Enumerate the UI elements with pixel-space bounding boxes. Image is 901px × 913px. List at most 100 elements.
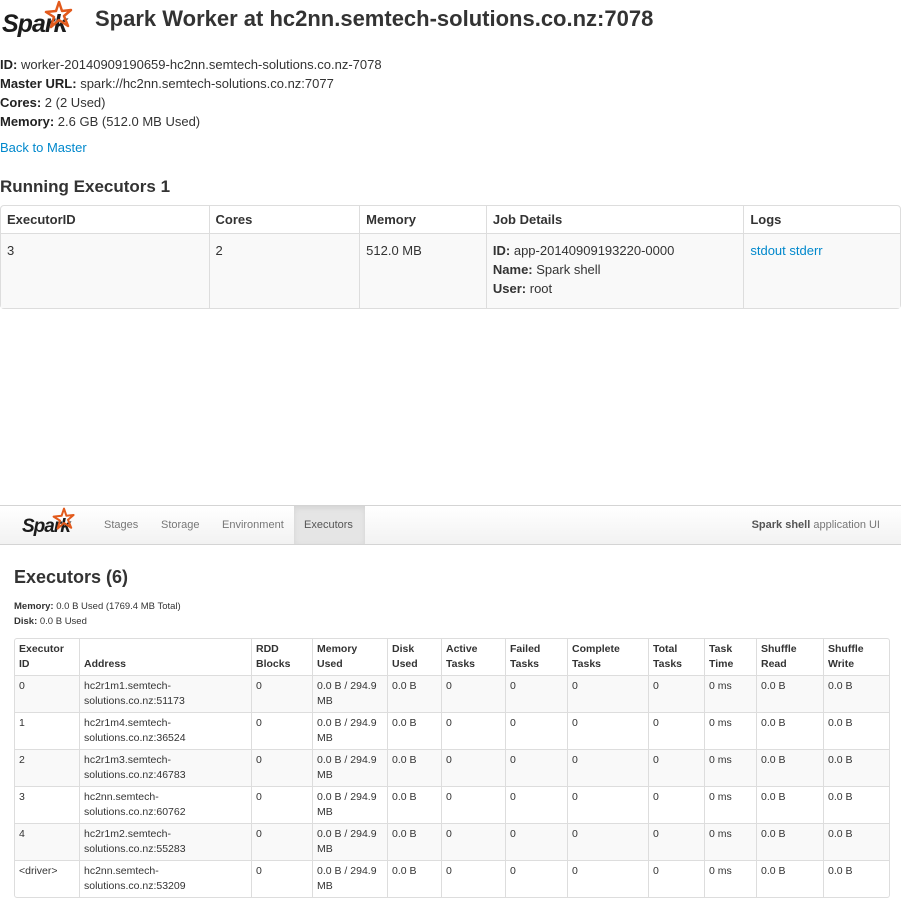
column-header[interactable]: Cores (208, 206, 360, 234)
worker-cores-label: Cores: (0, 95, 42, 110)
column-header[interactable]: ExecutorID (1, 206, 209, 234)
table-cell: 0.0 B (823, 823, 889, 860)
column-header[interactable]: Task Time (704, 639, 756, 676)
column-header-label: Address (84, 658, 127, 670)
running-executors-heading: Running Executors 1 (0, 177, 171, 196)
table-row: 3 2 512.0 MB ID: app-20140909193220-0000… (1, 234, 900, 308)
table-cell: 0 (567, 749, 648, 786)
executors-heading: Executors (6) (14, 567, 129, 587)
table-row: 0 hc2r1m1.semtech-solutions.co.nz:51173 … (15, 676, 889, 712)
job-name-value: Spark shell (532, 262, 601, 277)
table-cell: 0 (567, 676, 648, 712)
table-row: 2 hc2r1m3.semtech-solutions.co.nz:46783 … (15, 749, 889, 786)
spark-star-icon (44, 0, 73, 29)
table-cell: 0 (567, 823, 648, 860)
column-header[interactable]: Shuffle Write (823, 639, 889, 676)
table-cell: 0.0 B (756, 786, 823, 823)
tab-stages[interactable]: Stages (94, 506, 148, 544)
spark-logo[interactable]: Spark (0, 0, 76, 40)
table-cell: 0.0 B / 294.9 MB (312, 712, 387, 749)
table-cell: 0 (505, 860, 567, 897)
table-cell: 3 (15, 786, 79, 823)
table-cell: 0.0 B / 294.9 MB (312, 823, 387, 860)
table-cell: 0 (505, 786, 567, 823)
table-cell: 0.0 B / 294.9 MB (312, 860, 387, 897)
tab-executors[interactable]: Executors (294, 506, 365, 544)
column-header[interactable]: Memory (359, 206, 486, 234)
worker-id-label: ID: (0, 57, 18, 72)
back-to-master-link[interactable]: Back to Master (0, 140, 87, 155)
table-cell: 0.0 B (823, 786, 889, 823)
table-cell: 0.0 B (756, 749, 823, 786)
table-cell: 0 (441, 823, 505, 860)
table-cell: 0 ms (704, 860, 756, 897)
memory-summary-label: Memory: (14, 601, 54, 612)
table-cell: 0 (648, 786, 704, 823)
table-cell: 2 (15, 749, 79, 786)
table-cell: 0 ms (704, 749, 756, 786)
worker-page: Spark Spark Worker at hc2nn.semtech-solu… (0, 0, 901, 330)
column-header[interactable]: Total Tasks (648, 639, 704, 676)
table-cell: 0.0 B (387, 823, 441, 860)
table-cell: 0.0 B / 294.9 MB (312, 749, 387, 786)
column-header[interactable]: Failed Tasks (505, 639, 567, 676)
table-cell: 0 (567, 860, 648, 897)
logs-cell: stdout stderr (743, 234, 900, 308)
column-header[interactable]: Disk Used (387, 639, 441, 676)
column-header[interactable]: Logs (743, 206, 900, 234)
job-id-label: ID: (492, 243, 511, 258)
table-row: 1 hc2r1m4.semtech-solutions.co.nz:36524 … (15, 712, 889, 749)
table-cell: 0 ms (704, 676, 756, 712)
table-cell: 0 (251, 860, 312, 897)
application-ui-label: Spark shell application UI (752, 506, 880, 544)
table-cell: 1 (15, 712, 79, 749)
table-cell: 0.0 B (387, 676, 441, 712)
master-url-value: spark://hc2nn.semtech-solutions.co.nz:70… (76, 76, 334, 91)
table-cell: hc2nn.semtech-solutions.co.nz:53209 (79, 860, 251, 897)
table-cell: 0.0 B / 294.9 MB (312, 676, 387, 712)
job-name-label: Name: (492, 262, 533, 277)
stderr-link[interactable]: stderr (789, 243, 822, 258)
column-header[interactable]: Shuffle Read (756, 639, 823, 676)
disk-summary: Disk: 0.0 B Used (14, 616, 87, 627)
table-row: 4 hc2r1m2.semtech-solutions.co.nz:55283 … (15, 823, 889, 860)
table-cell: 0 (648, 860, 704, 897)
table-cell: 0.0 B (823, 676, 889, 712)
table-cell: 0 (567, 786, 648, 823)
disk-summary-value: 0.0 B Used (37, 616, 87, 627)
master-url: Master URL: spark://hc2nn.semtech-soluti… (0, 74, 334, 93)
table-cell: 0.0 B (756, 823, 823, 860)
column-header[interactable]: Complete Tasks (567, 639, 648, 676)
column-header[interactable]: Job Details (485, 206, 744, 234)
table-cell: 0 (441, 786, 505, 823)
worker-id: ID: worker-20140909190659-hc2nn.semtech-… (0, 55, 382, 74)
worker-memory: Memory: 2.6 GB (512.0 MB Used) (0, 112, 200, 131)
stdout-link[interactable]: stdout (750, 243, 785, 258)
tab-storage[interactable]: Storage (151, 506, 210, 544)
table-cell: 0 (251, 676, 312, 712)
table-cell: 0 ms (704, 823, 756, 860)
master-url-label: Master URL: (0, 76, 77, 91)
column-header[interactable]: Executor ID (15, 639, 79, 676)
job-id: ID: app-20140909193220-0000 (493, 241, 737, 260)
job-user-value: root (526, 281, 553, 296)
worker-cores: Cores: 2 (2 Used) (0, 93, 106, 112)
table-cell: <driver> (15, 860, 79, 897)
column-header[interactable]: Address (79, 639, 251, 676)
column-header[interactable]: Memory Used (312, 639, 387, 676)
spark-logo[interactable]: Spark (20, 506, 80, 544)
table-cell: 0 (648, 749, 704, 786)
column-header[interactable]: Active Tasks (441, 639, 505, 676)
job-user-label: User: (492, 281, 527, 296)
column-header[interactable]: RDD Blocks (251, 639, 312, 676)
table-cell: 0 (441, 712, 505, 749)
table-cell: 0 (251, 749, 312, 786)
table-row: <driver> hc2nn.semtech-solutions.co.nz:5… (15, 860, 889, 897)
table-cell: 0.0 B (823, 712, 889, 749)
table-cell: 0 ms (704, 786, 756, 823)
job-user: User: root (493, 279, 737, 298)
app-ui-suffix: application UI (810, 519, 880, 531)
table-cell: 0 (441, 676, 505, 712)
tab-environment[interactable]: Environment (212, 506, 294, 544)
table-cell: hc2r1m1.semtech-solutions.co.nz:51173 (79, 676, 251, 712)
